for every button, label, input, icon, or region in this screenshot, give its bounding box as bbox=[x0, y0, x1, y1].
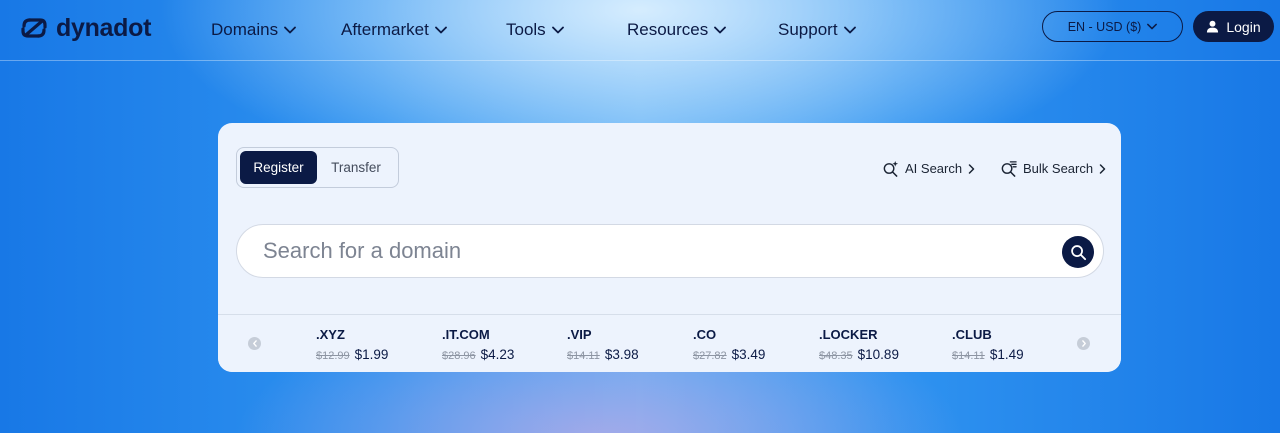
login-label: Login bbox=[1226, 18, 1261, 35]
tld-item[interactable]: .CO $27.82 $3.49 bbox=[693, 327, 765, 362]
tld-name: .IT.COM bbox=[442, 327, 490, 342]
tld-old-price: $28.96 bbox=[442, 350, 476, 362]
chevron-down-icon bbox=[1147, 23, 1158, 30]
nav-tools[interactable]: Tools bbox=[506, 20, 564, 40]
tld-price: $1.49 bbox=[989, 347, 1024, 362]
nav-support-label: Support bbox=[778, 20, 838, 39]
tab-transfer[interactable]: Transfer bbox=[321, 151, 391, 184]
nav-tools-label: Tools bbox=[506, 20, 546, 39]
tab-register[interactable]: Register bbox=[240, 151, 317, 184]
chevron-right-icon bbox=[968, 163, 975, 174]
chevron-down-icon bbox=[284, 26, 296, 34]
domain-search-card: Register Transfer AI Search Bulk Search bbox=[218, 123, 1121, 372]
ai-search-icon bbox=[883, 160, 899, 177]
brand-name: dynadot bbox=[56, 13, 152, 42]
domain-search-input[interactable] bbox=[263, 235, 1043, 267]
tld-price: $3.98 bbox=[604, 347, 639, 362]
tld-name: .CO bbox=[693, 327, 717, 342]
chevron-right-icon bbox=[1099, 163, 1106, 174]
nav-domains[interactable]: Domains bbox=[211, 20, 296, 40]
tld-item[interactable]: .VIP $14.11 $3.98 bbox=[567, 327, 639, 362]
tld-old-price: $14.11 bbox=[952, 350, 985, 362]
language-currency-selector[interactable]: EN - USD ($) bbox=[1042, 11, 1183, 42]
chevron-down-icon bbox=[551, 26, 564, 34]
search-mode-tabs: Register Transfer bbox=[236, 147, 399, 188]
nav-domains-label: Domains bbox=[211, 20, 279, 39]
carousel-next-button[interactable] bbox=[1077, 337, 1090, 350]
tld-name: .CLUB bbox=[952, 327, 992, 342]
search-icon bbox=[1070, 244, 1086, 260]
chevron-right-icon bbox=[1081, 340, 1086, 347]
nav-aftermarket[interactable]: Aftermarket bbox=[341, 20, 447, 40]
chevron-down-icon bbox=[714, 26, 727, 34]
site-header: dynadot Domains Aftermarket Tools Resour… bbox=[0, 0, 1280, 61]
ai-search-label: AI Search bbox=[905, 161, 963, 176]
nav-resources[interactable]: Resources bbox=[627, 20, 727, 40]
tld-old-price: $48.35 bbox=[819, 350, 853, 362]
chevron-left-icon bbox=[252, 340, 257, 347]
language-currency-label: EN - USD ($) bbox=[1067, 19, 1142, 34]
tld-name: .XYZ bbox=[316, 327, 345, 342]
tld-price: $3.49 bbox=[731, 347, 766, 362]
tld-name: .VIP bbox=[567, 327, 592, 342]
tld-item[interactable]: .XYZ $12.99 $1.99 bbox=[316, 327, 388, 362]
tld-item[interactable]: .IT.COM $28.96 $4.23 bbox=[442, 327, 514, 362]
login-button[interactable]: Login bbox=[1193, 11, 1274, 42]
tld-price: $10.89 bbox=[857, 347, 899, 362]
tld-price: $1.99 bbox=[354, 347, 389, 362]
nav-resources-label: Resources bbox=[627, 20, 709, 39]
search-button[interactable] bbox=[1062, 236, 1094, 268]
chevron-down-icon bbox=[843, 26, 856, 34]
bulk-search-icon bbox=[1001, 161, 1017, 177]
carousel-prev-button[interactable] bbox=[248, 337, 261, 350]
brand-logo[interactable]: dynadot bbox=[18, 12, 151, 44]
dynadot-logo-icon bbox=[21, 18, 47, 38]
tld-price-carousel: .XYZ $12.99 $1.99 .IT.COM $28.96 $4.23 .… bbox=[218, 314, 1121, 372]
tld-old-price: $27.82 bbox=[693, 350, 727, 362]
tld-name: .LOCKER bbox=[819, 327, 878, 342]
bulk-search-label: Bulk Search bbox=[1023, 161, 1094, 176]
tld-price: $4.23 bbox=[480, 347, 515, 362]
user-icon bbox=[1207, 20, 1219, 33]
nav-support[interactable]: Support bbox=[778, 20, 856, 40]
domain-search-box bbox=[236, 224, 1104, 278]
nav-aftermarket-label: Aftermarket bbox=[341, 20, 429, 39]
ai-search-link[interactable]: AI Search bbox=[882, 160, 975, 177]
tld-item[interactable]: .LOCKER $48.35 $10.89 bbox=[819, 327, 899, 362]
tld-item[interactable]: .CLUB $14.11 $1.49 bbox=[952, 327, 1024, 362]
bulk-search-link[interactable]: Bulk Search bbox=[1000, 160, 1106, 177]
tld-old-price: $12.99 bbox=[316, 350, 350, 362]
chevron-down-icon bbox=[434, 26, 447, 34]
tld-old-price: $14.11 bbox=[567, 350, 600, 362]
